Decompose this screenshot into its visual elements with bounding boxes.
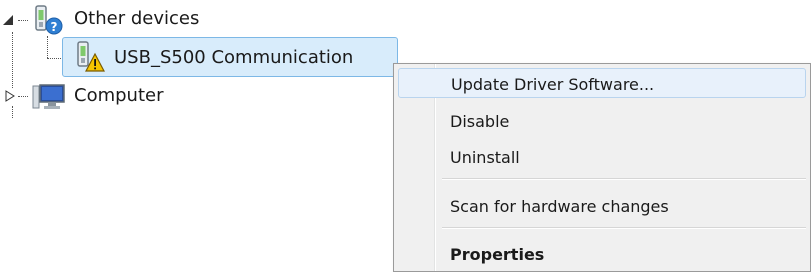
- menu-item-disable[interactable]: Disable: [398, 106, 806, 136]
- warning-device-icon: [77, 41, 105, 72]
- menu-item-update-driver-software[interactable]: Update Driver Software...: [398, 68, 806, 98]
- tree-node-usb-s500[interactable]: USB_S500 Communication: [114, 47, 353, 68]
- tree-node-other-devices[interactable]: Other devices: [74, 8, 199, 29]
- context-menu: Update Driver Software... Disable Uninst…: [393, 63, 811, 272]
- menu-item-uninstall[interactable]: Uninstall: [398, 142, 806, 172]
- menu-item-label: Scan for hardware changes: [450, 197, 669, 216]
- tree-connector: [47, 36, 48, 58]
- collapse-triangle-icon[interactable]: [2, 14, 14, 26]
- menu-separator: [442, 227, 806, 229]
- tree-connector: [18, 20, 28, 21]
- menu-item-scan-for-hardware-changes[interactable]: Scan for hardware changes: [398, 191, 806, 221]
- menu-item-properties[interactable]: Properties: [398, 239, 806, 269]
- tree-node-computer[interactable]: Computer: [74, 85, 163, 106]
- tree-connector: [12, 32, 13, 88]
- tree-connector: [18, 96, 28, 97]
- expand-triangle-icon[interactable]: [4, 90, 16, 102]
- computer-monitor-icon: [32, 84, 65, 109]
- menu-separator: [442, 178, 806, 180]
- menu-item-label: Update Driver Software...: [451, 75, 655, 94]
- tree-connector: [12, 106, 13, 118]
- menu-item-label: Uninstall: [450, 148, 520, 167]
- menu-item-label: Properties: [450, 245, 545, 264]
- svg-text:?: ?: [51, 20, 58, 34]
- menu-item-label: Disable: [450, 112, 510, 131]
- unknown-device-icon: ?: [35, 5, 63, 35]
